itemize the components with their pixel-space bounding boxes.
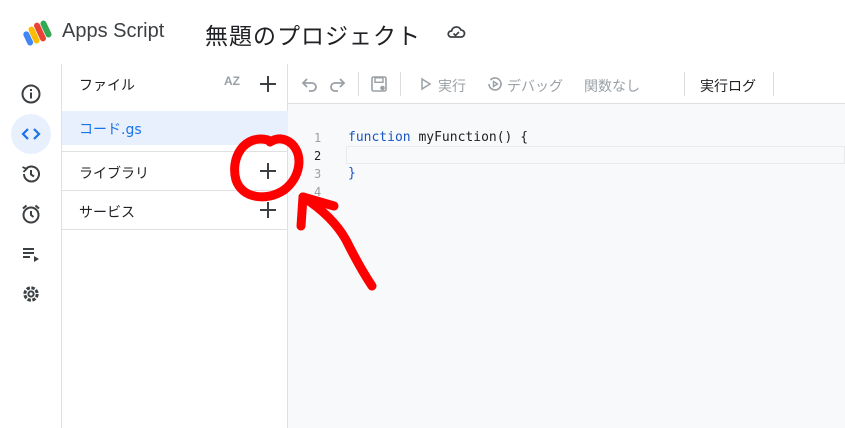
code-line-3[interactable]: } (348, 166, 356, 181)
line-number: 1 (314, 131, 322, 145)
function-select[interactable]: 関数なし (584, 76, 640, 96)
line-number: 2 (314, 149, 322, 163)
code-signature: myFunction() { (410, 130, 529, 145)
services-label: サービス (79, 205, 135, 221)
code-editor[interactable]: 1 2 3 4 function myFunction() { } (288, 104, 845, 428)
alarm-icon (22, 204, 40, 224)
project-title[interactable]: 無題のプロジェクト (205, 17, 421, 51)
files-title: ファイル (79, 78, 135, 94)
run-button[interactable]: 実行 (438, 76, 466, 96)
add-file-plus-icon[interactable] (258, 74, 278, 94)
debug-button[interactable]: デバッグ (507, 76, 563, 96)
project-history-button[interactable] (11, 154, 51, 194)
line-number: 3 (314, 167, 322, 181)
toolbar-separator (358, 72, 359, 96)
overview-button[interactable] (11, 74, 51, 114)
add-service-plus-icon[interactable] (258, 200, 278, 220)
line-number: 4 (314, 185, 322, 199)
code-line-1[interactable]: function myFunction() { (348, 130, 528, 145)
executions-button[interactable] (11, 234, 51, 274)
gear-icon (23, 286, 39, 302)
executions-icon (23, 248, 39, 262)
libraries-section: ライブラリ (62, 151, 288, 190)
editor-button[interactable] (11, 114, 51, 154)
files-panel: ファイル AZ コード.gs ライブラリ サービス (62, 64, 288, 428)
history-icon (22, 165, 40, 183)
code-icon (21, 128, 41, 140)
undo-icon[interactable] (301, 75, 319, 93)
file-item-code-gs[interactable]: コード.gs (62, 111, 288, 145)
redo-icon[interactable] (328, 75, 346, 93)
triggers-button[interactable] (11, 194, 51, 234)
save-icon[interactable] (370, 75, 388, 93)
cloud-saved-icon (447, 26, 466, 38)
current-line-highlight (346, 146, 845, 164)
sort-az-icon[interactable]: AZ (224, 74, 240, 88)
app-name[interactable]: Apps Script (62, 20, 164, 43)
debug-icon (488, 77, 502, 91)
top-bar: Apps Script 無題のプロジェクト (0, 0, 845, 64)
editor-toolbar: 実行 デバッグ 関数なし 実行ログ (288, 64, 845, 104)
execution-log-button[interactable]: 実行ログ (700, 76, 756, 96)
code-keyword: function (348, 130, 411, 145)
left-nav-rail (0, 64, 62, 428)
run-play-icon (421, 77, 432, 91)
toolbar-separator (684, 72, 685, 96)
toolbar-separator (773, 72, 774, 96)
files-header: ファイル AZ (62, 64, 288, 104)
divider (62, 229, 288, 230)
info-icon (21, 84, 41, 104)
add-library-plus-icon[interactable] (258, 161, 278, 181)
file-name: コード.gs (79, 122, 142, 138)
apps-script-logo-icon[interactable] (22, 17, 54, 49)
services-section: サービス (62, 190, 288, 229)
settings-button[interactable] (11, 274, 51, 314)
toolbar-separator (400, 72, 401, 96)
libraries-label: ライブラリ (79, 166, 149, 182)
